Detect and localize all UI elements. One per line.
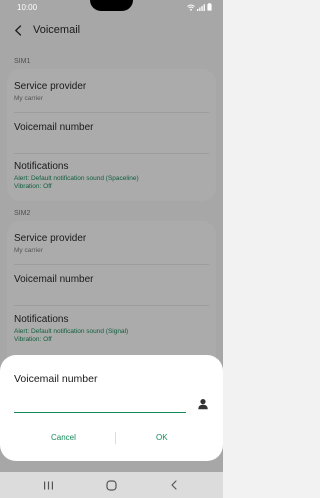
- back-button[interactable]: [11, 23, 25, 37]
- camera-notch: [90, 0, 133, 11]
- sim2-service-provider-row[interactable]: Service provider My carrier: [7, 221, 216, 263]
- contact-picker-button[interactable]: [197, 397, 209, 410]
- section-label-sim2: SIM2: [14, 210, 31, 217]
- battery-icon: [207, 3, 212, 11]
- nav-back-button[interactable]: [166, 477, 182, 493]
- home-icon: [105, 479, 117, 491]
- voicemail-number-input[interactable]: [14, 395, 186, 413]
- dimmed-screen: 10:00 Voicemail SIM1 Service provider My…: [0, 0, 223, 498]
- sim1-notifications-alert: Alert: Default notification sound (Space…: [14, 175, 139, 182]
- sim2-notifications-alert: Alert: Default notification sound (Signa…: [14, 328, 129, 335]
- sim1-notifications-row[interactable]: Notifications Alert: Default notificatio…: [7, 154, 216, 200]
- status-icons: [187, 3, 212, 11]
- ok-button[interactable]: OK: [156, 433, 168, 442]
- person-icon: [198, 399, 208, 410]
- sim2-service-provider-value: My carrier: [14, 247, 43, 254]
- section-label-sim1: SIM1: [14, 58, 31, 65]
- recents-button[interactable]: [40, 477, 56, 493]
- status-bar: 10:00: [0, 0, 223, 14]
- sim1-service-provider-value: My carrier: [14, 95, 43, 102]
- back-arrow-icon: [171, 480, 177, 490]
- page-title: Voicemail: [33, 24, 81, 36]
- app-header: Voicemail: [0, 18, 223, 44]
- sim2-voicemail-number-title: Voicemail number: [14, 274, 94, 285]
- sim1-card: Service provider My carrier Voicemail nu…: [7, 69, 216, 201]
- sim1-voicemail-number-title: Voicemail number: [14, 122, 94, 133]
- wifi-icon: [187, 4, 195, 11]
- button-divider: [115, 432, 116, 444]
- sim1-service-provider-row[interactable]: Service provider My carrier: [7, 69, 216, 109]
- sim2-notifications-title: Notifications: [14, 314, 69, 325]
- sim1-notifications-title: Notifications: [14, 161, 69, 172]
- navigation-bar: [0, 472, 223, 498]
- sim2-voicemail-number-row[interactable]: Voicemail number: [7, 265, 216, 305]
- sim2-service-provider-title: Service provider: [14, 233, 87, 244]
- sim1-voicemail-number-row[interactable]: Voicemail number: [7, 113, 216, 153]
- home-button[interactable]: [103, 477, 119, 493]
- sim1-service-provider-title: Service provider: [14, 81, 87, 92]
- signal-icon: [197, 3, 205, 11]
- recents-icon: [43, 481, 53, 489]
- voicemail-number-dialog: Voicemail number Cancel OK: [0, 355, 223, 461]
- sim2-notifications-vibration: Vibration: Off: [14, 336, 52, 343]
- chevron-left-icon: [15, 24, 22, 36]
- cancel-button[interactable]: Cancel: [51, 433, 76, 442]
- status-time: 10:00: [17, 3, 38, 12]
- sim1-notifications-vibration: Vibration: Off: [14, 183, 52, 190]
- dialog-title: Voicemail number: [14, 373, 98, 385]
